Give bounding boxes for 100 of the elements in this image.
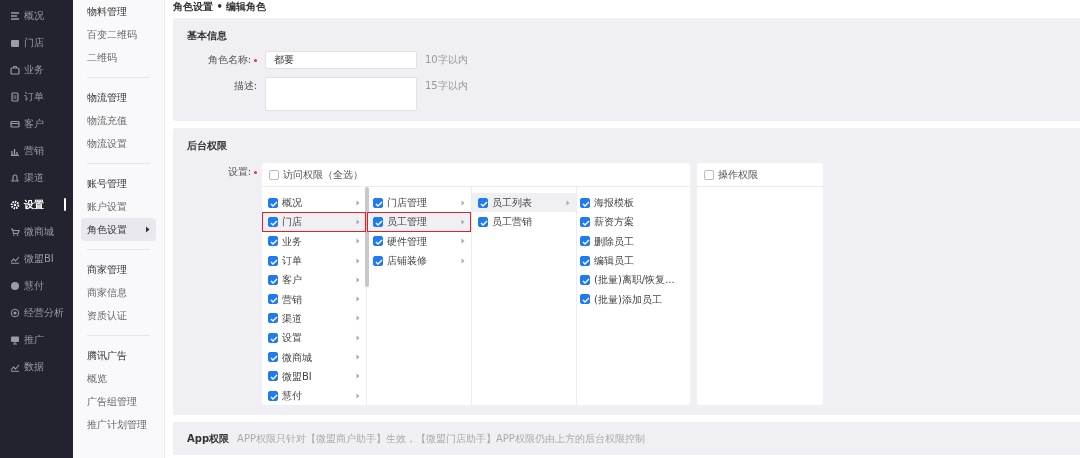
permission-item[interactable]: 店铺装修 bbox=[367, 250, 471, 271]
checkbox-label: (批量)离职/恢复... bbox=[594, 273, 675, 288]
permission-item[interactable]: (批量)添加员工 bbox=[577, 289, 690, 309]
sidebar-item[interactable]: 客户 bbox=[0, 110, 73, 137]
sidebar-item[interactable]: 业务 bbox=[0, 56, 73, 83]
checkbox[interactable] bbox=[580, 216, 590, 227]
field-label: 设置: bbox=[227, 166, 251, 177]
submenu-item[interactable]: 概览 bbox=[81, 367, 156, 390]
submenu-item[interactable]: 商家信息 bbox=[81, 281, 156, 304]
checkbox-label: 渠道 bbox=[282, 311, 302, 326]
permission-item[interactable]: 员工营销 bbox=[472, 212, 576, 232]
permission-item[interactable]: 渠道 bbox=[262, 308, 366, 329]
checkbox[interactable] bbox=[478, 216, 488, 227]
sidebar-item[interactable]: 微盟BI bbox=[0, 245, 73, 272]
sidebar-item[interactable]: 设置 bbox=[0, 191, 73, 218]
sidebar-item[interactable]: 营销 bbox=[0, 137, 73, 164]
submenu-item[interactable]: 账户设置 bbox=[81, 195, 156, 218]
submenu-item[interactable]: 资质认证 bbox=[81, 304, 156, 327]
permission-item[interactable]: 薪资方案 bbox=[577, 212, 690, 232]
submenu-item[interactable]: 二维码 bbox=[81, 46, 156, 69]
section-title: 后台权限 bbox=[187, 139, 228, 153]
permission-item[interactable]: 业务 bbox=[262, 231, 366, 251]
sidebar-item[interactable]: 经营分析 bbox=[0, 299, 73, 326]
scrollbar-thumb[interactable] bbox=[365, 187, 369, 287]
checkbox[interactable] bbox=[268, 236, 278, 247]
checkbox-label: 删除员工 bbox=[594, 234, 634, 249]
permission-item[interactable]: 海报模板 bbox=[577, 193, 690, 213]
checkbox[interactable] bbox=[580, 255, 590, 266]
input-field[interactable]: 都要 bbox=[265, 51, 417, 69]
permission-item[interactable]: 营销 bbox=[262, 289, 366, 309]
permission-item[interactable]: 员工列表 bbox=[472, 193, 576, 213]
checkbox[interactable] bbox=[268, 216, 278, 227]
submenu-item[interactable]: 角色设置 bbox=[81, 218, 156, 241]
checkbox[interactable] bbox=[269, 169, 279, 180]
field-label: 描述: bbox=[233, 80, 257, 91]
sidebar-item[interactable]: 门店 bbox=[0, 29, 73, 56]
list-icon bbox=[10, 10, 20, 21]
checkbox-label: 操作权限 bbox=[718, 168, 758, 182]
sidebar-item[interactable]: 概况 bbox=[0, 2, 73, 29]
submenu-item[interactable]: 推广计划管理 bbox=[81, 413, 156, 436]
sidebar-item[interactable]: 慧付 bbox=[0, 272, 73, 299]
sidebar-item[interactable]: 数据 bbox=[0, 353, 73, 380]
permission-item[interactable]: 设置 bbox=[262, 328, 366, 348]
checkbox[interactable] bbox=[373, 197, 383, 208]
submenu-item[interactable]: 物流充值 bbox=[81, 109, 156, 132]
sidebar-item[interactable]: 订单 bbox=[0, 83, 73, 110]
checkbox[interactable] bbox=[373, 216, 383, 227]
monitor-icon bbox=[10, 334, 20, 345]
checkbox-label: 概况 bbox=[282, 196, 302, 211]
section-title: 基本信息 bbox=[187, 29, 228, 43]
checkbox-label: (批量)添加员工 bbox=[594, 292, 662, 307]
submenu-item[interactable]: 广告组管理 bbox=[81, 390, 156, 413]
sidebar-item[interactable]: 渠道 bbox=[0, 164, 73, 191]
checkbox[interactable] bbox=[373, 236, 383, 247]
checkbox[interactable] bbox=[580, 236, 590, 247]
permission-item[interactable]: (批量)离职/恢复... bbox=[577, 270, 690, 290]
permission-item[interactable]: 门店管理 bbox=[367, 193, 471, 213]
checkbox-label: 慧付 bbox=[282, 389, 302, 404]
permission-item[interactable]: 微商城 bbox=[262, 347, 366, 367]
permission-item[interactable]: 门店 bbox=[262, 212, 366, 232]
submenu-heading: 物料管理 bbox=[86, 5, 128, 19]
permission-item[interactable]: 慧付 bbox=[262, 385, 366, 406]
checkbox[interactable] bbox=[268, 390, 278, 401]
checkbox[interactable] bbox=[704, 169, 714, 180]
checkbox[interactable] bbox=[268, 313, 278, 324]
checkbox[interactable] bbox=[268, 274, 278, 285]
checkbox-label: 员工营销 bbox=[492, 215, 532, 230]
cart-icon bbox=[10, 226, 20, 237]
checkbox[interactable] bbox=[268, 197, 278, 208]
permission-item[interactable]: 订单 bbox=[262, 250, 366, 271]
submenu-heading: 账号管理 bbox=[86, 177, 128, 191]
checkbox-label: 客户 bbox=[282, 273, 302, 288]
gear-icon bbox=[10, 199, 20, 210]
checkbox[interactable] bbox=[268, 352, 278, 362]
checkbox[interactable] bbox=[268, 255, 278, 266]
permission-item[interactable]: 编辑员工 bbox=[577, 250, 690, 271]
document-icon bbox=[10, 91, 20, 102]
permission-item[interactable]: 删除员工 bbox=[577, 231, 690, 251]
checkbox[interactable] bbox=[268, 294, 278, 305]
card-icon bbox=[10, 118, 20, 129]
permission-item[interactable]: 客户 bbox=[262, 270, 366, 290]
permission-item[interactable]: 硬件管理 bbox=[367, 231, 471, 251]
checkbox[interactable] bbox=[373, 255, 383, 266]
permission-item[interactable]: 微盟BI bbox=[262, 366, 366, 386]
submenu-heading: 商家管理 bbox=[86, 263, 128, 277]
checkbox-label: 硬件管理 bbox=[387, 234, 427, 249]
submenu-item[interactable]: 百变二维码 bbox=[81, 23, 156, 46]
checkbox[interactable] bbox=[580, 197, 590, 208]
sidebar-item[interactable]: 微商城 bbox=[0, 218, 73, 245]
coin-icon bbox=[10, 280, 20, 291]
checkbox[interactable] bbox=[580, 294, 590, 305]
checkbox[interactable] bbox=[478, 197, 488, 208]
submenu-item[interactable]: 物流设置 bbox=[81, 132, 156, 155]
permission-item[interactable]: 概况 bbox=[262, 193, 366, 213]
checkbox[interactable] bbox=[268, 371, 278, 382]
checkbox[interactable] bbox=[268, 332, 278, 343]
checkbox-label: 海报模板 bbox=[594, 196, 634, 211]
sidebar-item[interactable]: 推广 bbox=[0, 326, 73, 353]
checkbox[interactable] bbox=[580, 274, 590, 285]
permission-item[interactable]: 员工管理 bbox=[367, 212, 471, 232]
